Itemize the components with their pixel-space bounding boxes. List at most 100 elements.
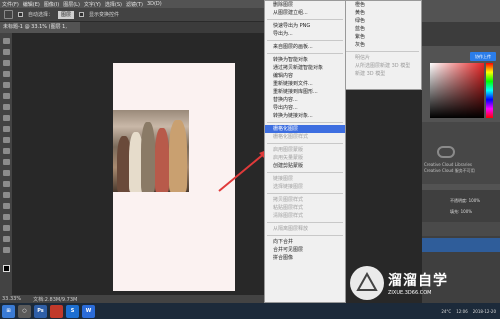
path-select-tool-icon[interactable] [2,214,10,220]
menu-item: 明信片 [355,55,371,61]
menubar-item[interactable]: 3D(D) [147,1,162,7]
lasso-tool-icon[interactable] [2,60,10,66]
healing-tool-icon[interactable] [2,104,10,110]
document-tab[interactable]: 未标题-1 @ 33.1% (图层 1, RGB/8) * [0,22,80,41]
blur-tool-icon[interactable] [2,170,10,176]
menubar-item[interactable]: 文字(Y) [84,1,101,8]
menu-item: 拷贝图层样式 [273,197,304,203]
menu-item[interactable]: 导出内容... [265,104,345,112]
menu-item[interactable]: 重新链接到库图形... [265,88,345,96]
stamp-tool-icon[interactable] [2,126,10,132]
menu-item[interactable]: 黄色 [341,9,421,17]
watermark: 溜溜自学 ZIXUE.3D66.COM [350,262,500,303]
menu-item[interactable]: 来自图层的画板... [265,43,345,51]
watermark-title: 溜溜自学 [388,272,448,289]
menu-item[interactable]: 删除图层 [265,1,345,9]
menu-item: 粘贴图层样式 [273,205,304,211]
move-tool-icon[interactable] [4,10,13,19]
menu-item[interactable]: 从图层建立组... [265,9,345,17]
menu-item: 链接图层 [273,176,294,182]
watermark-subtitle: ZIXUE.3D66.COM [388,289,432,296]
tools-panel [0,33,12,295]
gradient-tool-icon[interactable] [2,159,10,165]
system-tray: 24°C 12:06 2018-12-20 [330,303,500,319]
menu-separator [267,122,343,123]
eraser-tool-icon[interactable] [2,148,10,154]
search-icon[interactable]: ○ [18,304,31,318]
menubar-item[interactable]: 滤镜(T) [126,1,143,8]
layer-row[interactable] [422,222,500,236]
history-brush-icon[interactable] [2,137,10,143]
menu-item[interactable]: 蓝色 [341,25,421,33]
menubar-item[interactable]: 选择(S) [105,1,122,8]
menu-item[interactable]: 导出为... [265,30,345,38]
menu-item[interactable]: 向下合并 [265,238,345,246]
move-tool-icon[interactable] [2,38,10,44]
color-picker-field[interactable] [430,63,484,118]
opacity-field[interactable]: 不透明度: 100% [450,197,496,205]
type-tool-icon[interactable] [2,203,10,209]
menu-item[interactable]: 橙色 [341,1,421,9]
crop-tool-icon[interactable] [2,82,10,88]
menu-separator [267,40,343,41]
panel-header [422,22,500,46]
taskbar-app-s[interactable]: S [66,304,79,318]
taskbar-app-word[interactable]: W [82,304,95,318]
hue-slider[interactable] [486,63,493,118]
taskbar-app-snip[interactable] [50,304,63,318]
menu-item: 从所选图层新建 3D 模型 [355,63,411,69]
dodge-tool-icon[interactable] [2,181,10,187]
menu-item: 清除图层样式 [273,213,304,219]
quick-select-tool-icon[interactable] [2,71,10,77]
eyedropper-tool-icon[interactable] [2,93,10,99]
shape-tool-icon[interactable] [2,225,10,231]
foreground-color-swatch[interactable] [2,265,10,272]
clock-date[interactable]: 2018-12-20 [473,309,496,314]
menu-item[interactable]: 通过拷贝新建智能对象 [265,64,345,72]
menu-item[interactable]: 快速导出为 PNG [265,22,345,30]
menu-item[interactable]: 灰色 [341,41,421,49]
menu-item[interactable]: 紫色 [341,33,421,41]
share-upload-button[interactable]: 协作上传 [470,52,496,61]
auto-select-dropdown[interactable]: 图层 [58,10,75,19]
menu-item[interactable]: 重新链接到文件... [265,80,345,88]
clock-time[interactable]: 12:06 [456,309,468,314]
start-button[interactable]: ⊞ [2,304,15,318]
menu-item[interactable]: 拼合图像 [265,254,345,262]
show-transform-label: 显示变换控件 [89,12,120,18]
menu-separator [267,235,343,236]
zoom-level[interactable]: 33.33% [2,296,21,302]
taskbar-app-ps[interactable]: Ps [34,304,47,318]
document-size: 文档:2.83M/9.73M [33,296,78,303]
marquee-tool-icon[interactable] [2,49,10,55]
pen-tool-icon[interactable] [2,192,10,198]
layer-row-selected[interactable] [422,238,500,252]
hand-tool-icon[interactable] [2,236,10,242]
menubar-item[interactable]: 文件(F) [2,1,19,8]
menu-item: 从隔离图层释放 [273,226,309,232]
menu-separator [267,53,343,54]
menu-item[interactable]: 创建剪贴蒙版 [265,162,345,170]
status-bar: 33.33% 文档:2.83M/9.73M [0,295,264,303]
temperature: 24°C [441,308,452,314]
menu-separator [267,143,343,144]
menu-item[interactable]: 转换为智能对象 [265,56,345,64]
menubar-item[interactable]: 图像(I) [44,1,59,8]
menu-item[interactable]: 栅格化图层 [265,125,345,133]
zoom-tool-icon[interactable] [2,247,10,253]
menubar-item[interactable]: 图层(L) [63,1,80,8]
menubar-item[interactable]: 编辑(E) [23,1,40,8]
auto-select-label: 自动选择： [28,12,54,18]
menu-item[interactable]: 绿色 [341,17,421,25]
auto-select-checkbox[interactable] [18,12,23,17]
menu-item[interactable]: 编辑内容 [265,72,345,80]
menu-item[interactable]: 替换内容... [265,96,345,104]
menu-item[interactable]: 合并可见图层 [265,246,345,254]
fill-field[interactable]: 填充: 100% [450,208,496,216]
brush-tool-icon[interactable] [2,115,10,121]
layer-photo[interactable] [113,110,189,192]
menu-separator [267,222,343,223]
menu-item[interactable]: 转换为链接对象... [265,112,345,120]
show-transform-checkbox[interactable] [79,12,85,17]
layer-context-menu: 删除图层 从图层建立组... 快速导出为 PNG 导出为... 来自图层的画板... 转换… [264,0,346,303]
